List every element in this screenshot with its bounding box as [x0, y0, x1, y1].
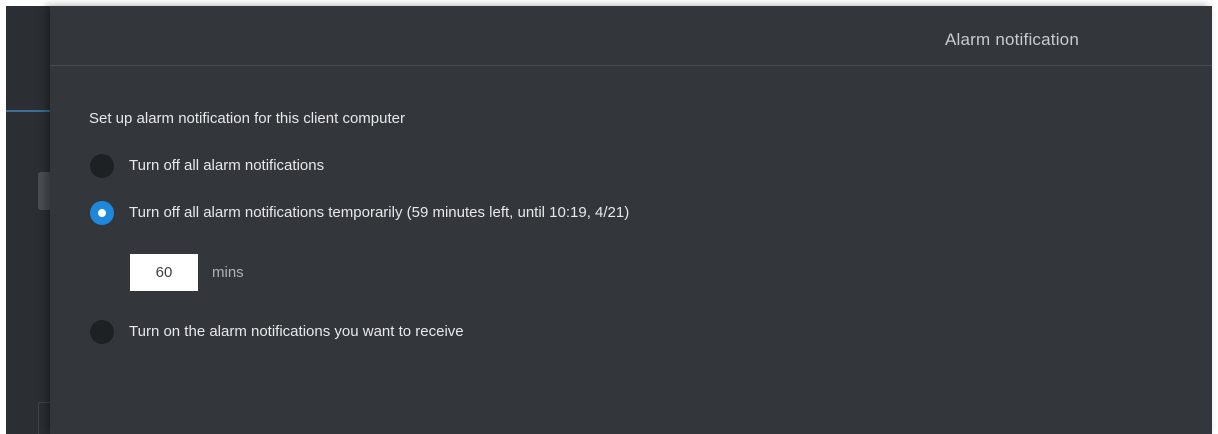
alarm-notification-panel: Alarm notification Set up alarm notifica…: [50, 6, 1212, 434]
radio-dot-icon: [98, 209, 106, 217]
duration-minutes-input[interactable]: [130, 253, 198, 291]
option-label: Turn off all alarm notifications: [129, 157, 325, 174]
radio-button-unselected[interactable]: [90, 320, 114, 344]
radio-button-unselected[interactable]: [90, 154, 114, 178]
duration-row: mins: [130, 253, 244, 291]
option-label: Turn off all alarm notifications tempora…: [129, 204, 630, 221]
background-divider: [6, 110, 54, 112]
intro-text: Set up alarm notification for this clien…: [89, 110, 405, 127]
option-label: Turn on the alarm notifications you want…: [129, 323, 464, 340]
option-turn-on-selected[interactable]: Turn on the alarm notifications you want…: [90, 320, 464, 344]
duration-unit-label: mins: [212, 263, 244, 281]
panel-header: Alarm notification: [50, 6, 1212, 66]
screen: Alarm notification Set up alarm notifica…: [0, 0, 1218, 434]
option-turn-off-temporarily[interactable]: Turn off all alarm notifications tempora…: [90, 201, 629, 225]
panel-title: Alarm notification: [945, 30, 1079, 49]
background-app: [6, 6, 54, 434]
option-turn-off-all[interactable]: Turn off all alarm notifications: [90, 154, 324, 178]
radio-button-selected[interactable]: [90, 201, 114, 225]
